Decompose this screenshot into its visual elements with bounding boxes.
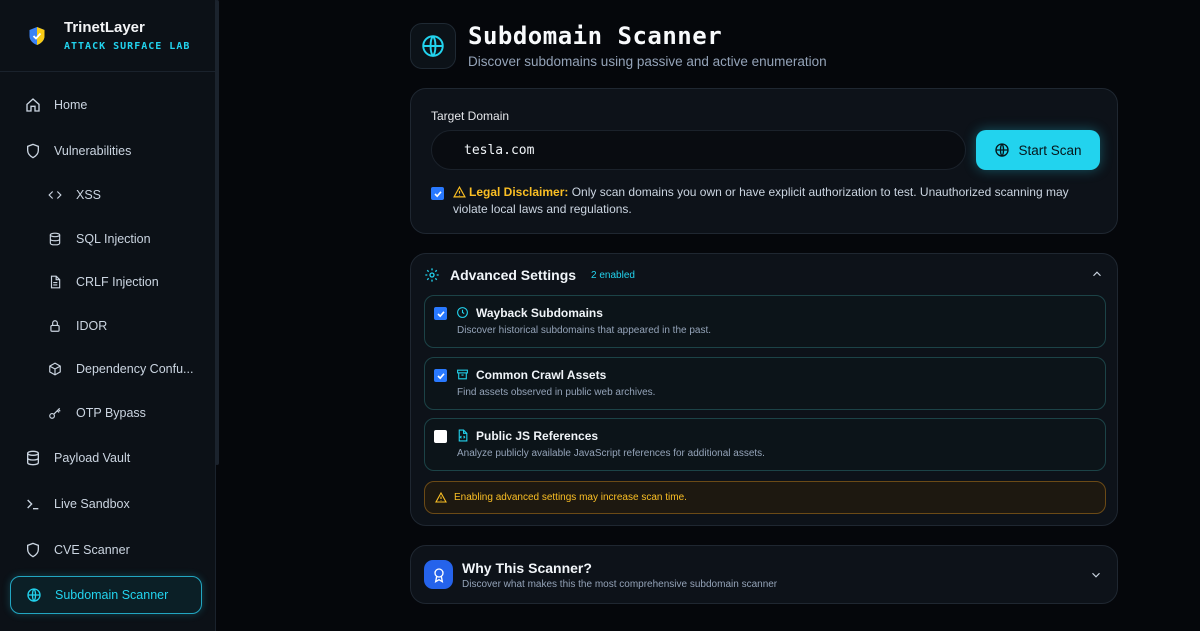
page-title: Subdomain Scanner <box>468 22 723 50</box>
sidebar-item-label: OTP Bypass <box>76 406 146 420</box>
start-scan-button[interactable]: Start Scan <box>976 130 1100 170</box>
sidebar-item-label: IDOR <box>76 319 108 333</box>
archive-icon <box>456 368 469 381</box>
disclaimer-title: Legal Disclaimer: <box>469 185 569 199</box>
page-header: Subdomain Scanner Discover subdomains us… <box>410 22 827 69</box>
start-scan-label: Start Scan <box>1018 142 1082 158</box>
sidebar-item-idor[interactable]: IDOR <box>10 307 202 345</box>
option-description: Discover historical subdomains that appe… <box>457 325 712 336</box>
sidebar-item-crlf-injection[interactable]: CRLF Injection <box>10 263 202 301</box>
key-icon <box>46 404 64 422</box>
package-icon <box>46 360 64 378</box>
sidebar-item-home[interactable]: Home <box>10 86 202 124</box>
sidebar: TrinetLayer ATTACK SURFACE LAB Home Vuln… <box>0 0 216 631</box>
globe-icon <box>410 22 456 69</box>
option-title: Wayback Subdomains <box>476 306 603 320</box>
sidebar-item-label: Subdomain Scanner <box>55 588 169 602</box>
advanced-settings-header[interactable]: Advanced Settings 2 enabled <box>424 267 1104 283</box>
brand-subtitle: ATTACK SURFACE LAB <box>64 41 191 52</box>
clock-icon <box>456 306 469 319</box>
option-public-js-references[interactable]: Public JS References Analyze publicly av… <box>424 418 1106 471</box>
sidebar-item-label: Vulnerabilities <box>54 144 132 158</box>
option-common-crawl-assets[interactable]: Common Crawl Assets Find assets observed… <box>424 357 1106 410</box>
file-icon <box>46 273 64 291</box>
chevron-down-icon[interactable] <box>1089 568 1103 582</box>
advanced-settings-card: Advanced Settings 2 enabled Wayback Subd… <box>410 253 1118 526</box>
award-icon <box>424 560 453 589</box>
sidebar-item-label: XSS <box>76 188 102 202</box>
shield-logo-icon <box>29 26 45 45</box>
lock-icon <box>46 317 64 335</box>
home-icon <box>24 96 42 114</box>
option-title: Common Crawl Assets <box>476 368 607 382</box>
enabled-count-badge: 2 enabled <box>591 269 635 281</box>
sidebar-item-label: Home <box>54 98 88 112</box>
globe-icon <box>994 142 1010 158</box>
scan-time-warning: Enabling advanced settings may increase … <box>424 481 1106 514</box>
sidebar-item-label: CRLF Injection <box>76 275 159 289</box>
sidebar-item-dependency-confusion[interactable]: Dependency Confu... <box>10 350 202 388</box>
database-icon <box>46 230 64 248</box>
shield-icon <box>24 142 42 160</box>
globe-icon <box>25 586 43 604</box>
database-icon <box>24 449 42 467</box>
brand-name: TrinetLayer <box>64 19 145 36</box>
file-code-icon <box>456 429 469 442</box>
brand[interactable]: TrinetLayer ATTACK SURFACE LAB <box>0 0 215 72</box>
public-js-checkbox[interactable] <box>434 430 447 443</box>
option-description: Find assets observed in public web archi… <box>457 387 656 398</box>
option-title: Public JS References <box>476 429 599 443</box>
sidebar-item-label: SQL Injection <box>76 232 151 246</box>
option-wayback-subdomains[interactable]: Wayback Subdomains Discover historical s… <box>424 295 1106 348</box>
chevron-up-icon[interactable] <box>1090 267 1104 281</box>
code-icon <box>46 186 64 204</box>
gear-icon <box>424 267 440 283</box>
why-title: Why This Scanner? <box>462 560 592 576</box>
terminal-icon <box>24 495 42 513</box>
wayback-checkbox[interactable] <box>434 307 447 320</box>
target-domain-card: Target Domain Start Scan Legal Disclaime… <box>410 88 1118 234</box>
sidebar-item-label: Dependency Confu... <box>76 362 194 376</box>
advanced-settings-title: Advanced Settings <box>450 267 577 283</box>
sidebar-item-subdomain-scanner[interactable]: Subdomain Scanner <box>10 576 202 614</box>
disclaimer-checkbox[interactable] <box>431 187 444 200</box>
page-description: Discover subdomains using passive and ac… <box>468 54 827 69</box>
sidebar-item-label: Live Sandbox <box>54 497 130 511</box>
sidebar-item-cve-scanner[interactable]: CVE Scanner <box>10 531 202 569</box>
target-domain-label: Target Domain <box>431 109 510 123</box>
sidebar-item-live-sandbox[interactable]: Live Sandbox <box>10 485 202 523</box>
common-crawl-checkbox[interactable] <box>434 369 447 382</box>
warning-icon <box>435 492 447 503</box>
sidebar-item-label: CVE Scanner <box>54 543 130 557</box>
sidebar-item-label: Payload Vault <box>54 451 131 465</box>
domain-input[interactable] <box>431 130 966 170</box>
sidebar-item-otp-bypass[interactable]: OTP Bypass <box>10 394 202 432</box>
sidebar-item-payload-vault[interactable]: Payload Vault <box>10 439 202 477</box>
warning-icon <box>453 186 466 198</box>
sidebar-item-vulnerabilities[interactable]: Vulnerabilities <box>10 132 202 170</box>
why-this-scanner-card[interactable]: Why This Scanner? Discover what makes th… <box>410 545 1118 604</box>
shield-icon <box>24 541 42 559</box>
sidebar-item-xss[interactable]: XSS <box>10 176 202 214</box>
legal-disclaimer: Legal Disclaimer: Only scan domains you … <box>431 184 1103 218</box>
why-description: Discover what makes this the most compre… <box>462 579 778 590</box>
sidebar-scrollbar[interactable] <box>215 0 219 465</box>
option-description: Analyze publicly available JavaScript re… <box>457 448 765 459</box>
warning-text: Enabling advanced settings may increase … <box>454 492 687 503</box>
sidebar-item-sql-injection[interactable]: SQL Injection <box>10 220 202 258</box>
